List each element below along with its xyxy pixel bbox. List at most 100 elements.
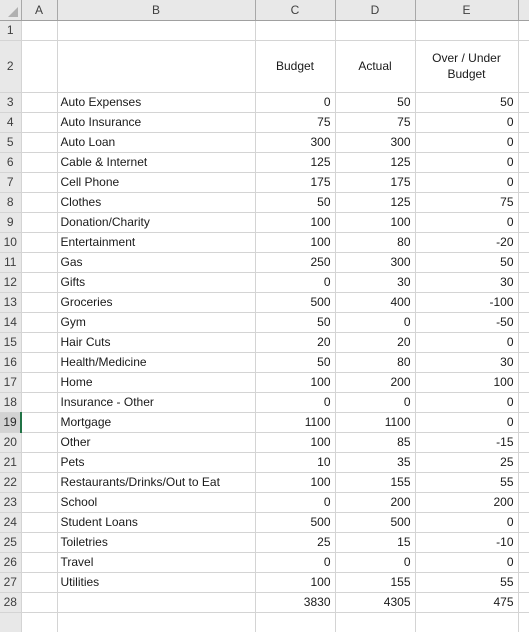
cell-f17[interactable]: [518, 372, 529, 393]
cell-e18-over-under[interactable]: 0: [415, 392, 519, 413]
cell-a25[interactable]: [21, 532, 58, 553]
row-header-4[interactable]: 4: [0, 112, 22, 133]
cell-c18-budget[interactable]: 0: [255, 392, 336, 413]
cell-e5-over-under[interactable]: 0: [415, 132, 519, 153]
cell-f12[interactable]: [518, 272, 529, 293]
row-header-28[interactable]: 28: [0, 592, 22, 613]
cell-d17-actual[interactable]: 200: [335, 372, 416, 393]
cell-a21[interactable]: [21, 452, 58, 473]
cell-f15[interactable]: [518, 332, 529, 353]
cell-a28[interactable]: [21, 592, 58, 613]
cell-b19-category[interactable]: Mortgage: [57, 412, 256, 433]
row-header-7[interactable]: 7: [0, 172, 22, 193]
cell-e9-over-under[interactable]: 0: [415, 212, 519, 233]
cell-c7-budget[interactable]: 175: [255, 172, 336, 193]
cell-a23[interactable]: [21, 492, 58, 513]
column-header-a[interactable]: A: [21, 0, 58, 21]
cell-a4[interactable]: [21, 112, 58, 133]
cell-c12-budget[interactable]: 0: [255, 272, 336, 293]
cell-f5[interactable]: [518, 132, 529, 153]
cell-f25[interactable]: [518, 532, 529, 553]
cell-b1[interactable]: [57, 20, 256, 41]
cell-e3-over-under[interactable]: 50: [415, 92, 519, 113]
cell-d25-actual[interactable]: 15: [335, 532, 416, 553]
cell-d11-actual[interactable]: 300: [335, 252, 416, 273]
row-header-27[interactable]: 27: [0, 572, 22, 593]
cell-d27-actual[interactable]: 155: [335, 572, 416, 593]
cell-f23[interactable]: [518, 492, 529, 513]
cell-d21-actual[interactable]: 35: [335, 452, 416, 473]
row-header-23[interactable]: 23: [0, 492, 22, 513]
row-header-12[interactable]: 12: [0, 272, 22, 293]
cell-a10[interactable]: [21, 232, 58, 253]
table-row[interactable]: 3 Auto Expenses 0 50 50: [0, 92, 529, 113]
cell-b23-category[interactable]: School: [57, 492, 256, 513]
cell-d15-actual[interactable]: 20: [335, 332, 416, 353]
cell-f13[interactable]: [518, 292, 529, 313]
cell-b2[interactable]: [57, 40, 256, 93]
cell-c11-budget[interactable]: 250: [255, 252, 336, 273]
row-header-1[interactable]: 1: [0, 20, 22, 41]
cell-b22-category[interactable]: Restaurants/Drinks/Out to Eat: [57, 472, 256, 493]
table-row[interactable]: 13 Groceries 500 400 -100: [0, 292, 529, 313]
cell-e16-over-under[interactable]: 30: [415, 352, 519, 373]
table-row[interactable]: 12 Gifts 0 30 30: [0, 272, 529, 293]
cell-c28-budget[interactable]: 3830: [255, 592, 336, 613]
table-row[interactable]: 5 Auto Loan 300 300 0: [0, 132, 529, 153]
cell-b27-category[interactable]: Utilities: [57, 572, 256, 593]
cell-e12-over-under[interactable]: 30: [415, 272, 519, 293]
cell-f16[interactable]: [518, 352, 529, 373]
cell-b6-category[interactable]: Cable & Internet: [57, 152, 256, 173]
cell-a12[interactable]: [21, 272, 58, 293]
row-header-20[interactable]: 20: [0, 432, 22, 453]
cell-e13-over-under[interactable]: -100: [415, 292, 519, 313]
cell-d3-actual[interactable]: 50: [335, 92, 416, 113]
table-row[interactable]: 28 3830 4305 475: [0, 592, 529, 613]
cell-e17-over-under[interactable]: 100: [415, 372, 519, 393]
cell-e22-over-under[interactable]: 55: [415, 472, 519, 493]
cell-e27-over-under[interactable]: 55: [415, 572, 519, 593]
table-row[interactable]: 6 Cable & Internet 125 125 0: [0, 152, 529, 173]
cell-e1[interactable]: [415, 20, 519, 41]
cell-e6-over-under[interactable]: 0: [415, 152, 519, 173]
cell-b29[interactable]: [57, 612, 256, 632]
cell-a27[interactable]: [21, 572, 58, 593]
row-header-8[interactable]: 8: [0, 192, 22, 213]
cell-b4-category[interactable]: Auto Insurance: [57, 112, 256, 133]
cell-d20-actual[interactable]: 85: [335, 432, 416, 453]
table-row[interactable]: 22 Restaurants/Drinks/Out to Eat 100 155 55: [0, 472, 529, 493]
cell-e10-over-under[interactable]: -20: [415, 232, 519, 253]
cell-d23-actual[interactable]: 200: [335, 492, 416, 513]
cell-f3[interactable]: [518, 92, 529, 113]
table-row[interactable]: 4 Auto Insurance 75 75 0: [0, 112, 529, 133]
cell-b7-category[interactable]: Cell Phone: [57, 172, 256, 193]
cell-c21-budget[interactable]: 10: [255, 452, 336, 473]
cell-d9-actual[interactable]: 100: [335, 212, 416, 233]
table-row[interactable]: 9 Donation/Charity 100 100 0: [0, 212, 529, 233]
cell-b5-category[interactable]: Auto Loan: [57, 132, 256, 153]
table-row[interactable]: 21 Pets 10 35 25: [0, 452, 529, 473]
cell-c25-budget[interactable]: 25: [255, 532, 336, 553]
cell-b15-category[interactable]: Hair Cuts: [57, 332, 256, 353]
cell-a13[interactable]: [21, 292, 58, 313]
cell-e15-over-under[interactable]: 0: [415, 332, 519, 353]
cell-a14[interactable]: [21, 312, 58, 333]
cell-f26[interactable]: [518, 552, 529, 573]
table-row[interactable]: 18 Insurance - Other 0 0 0: [0, 392, 529, 413]
table-row[interactable]: 23 School 0 200 200: [0, 492, 529, 513]
cell-e7-over-under[interactable]: 0: [415, 172, 519, 193]
cell-e29[interactable]: [415, 612, 519, 632]
cell-b20-category[interactable]: Other: [57, 432, 256, 453]
cell-b24-category[interactable]: Student Loans: [57, 512, 256, 533]
cell-d26-actual[interactable]: 0: [335, 552, 416, 573]
cell-d2-actual-header[interactable]: Actual: [335, 40, 416, 93]
cell-a16[interactable]: [21, 352, 58, 373]
cell-b3-category[interactable]: Auto Expenses: [57, 92, 256, 113]
cell-a11[interactable]: [21, 252, 58, 273]
cell-d5-actual[interactable]: 300: [335, 132, 416, 153]
cell-d13-actual[interactable]: 400: [335, 292, 416, 313]
cell-b8-category[interactable]: Clothes: [57, 192, 256, 213]
cell-a1[interactable]: [21, 20, 58, 41]
cell-c13-budget[interactable]: 500: [255, 292, 336, 313]
table-row[interactable]: 7 Cell Phone 175 175 0: [0, 172, 529, 193]
